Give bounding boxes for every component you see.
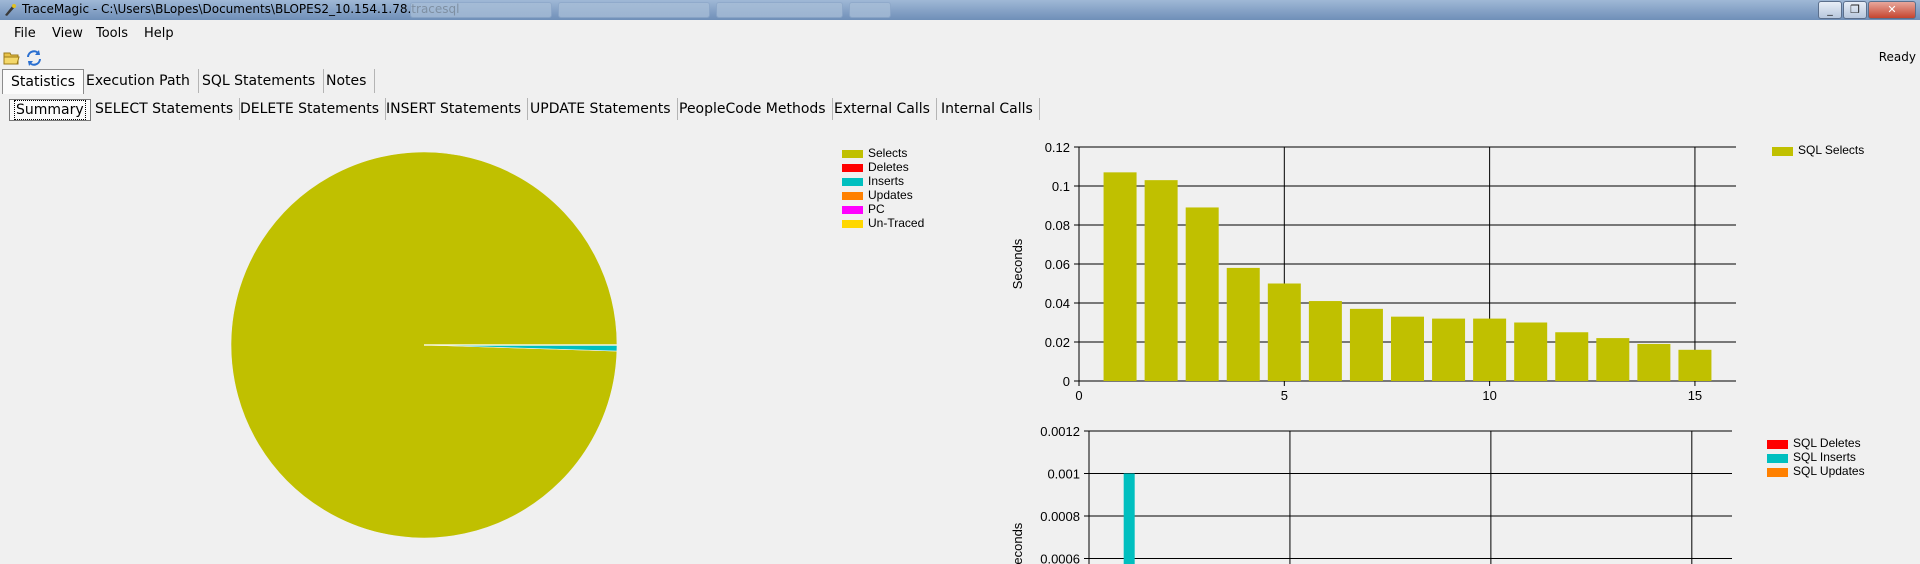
legend-label: SQL Inserts	[1793, 450, 1856, 464]
y-axis-label: Seconds	[1010, 522, 1025, 564]
dml-time-bar-chart: 0.0006 0.0008 0.001 0.0012 Seconds	[1010, 424, 1732, 564]
legend-label: SQL Updates	[1793, 464, 1865, 478]
legend-swatch	[1767, 454, 1788, 463]
bar-sql-inserts-1	[1123, 473, 1135, 564]
y-tick-label: 0.0008	[1040, 509, 1080, 524]
legend-swatch	[1767, 440, 1788, 449]
y-tick-label: 0.001	[1047, 467, 1080, 482]
y-tick-label: 0.0006	[1040, 552, 1080, 564]
legend-label: SQL Deletes	[1793, 436, 1861, 450]
y-tick-label: 0.0012	[1040, 424, 1080, 439]
legend-swatch	[1767, 468, 1788, 477]
dml-time-legend: SQL Deletes SQL Inserts SQL Updates	[1767, 436, 1917, 482]
